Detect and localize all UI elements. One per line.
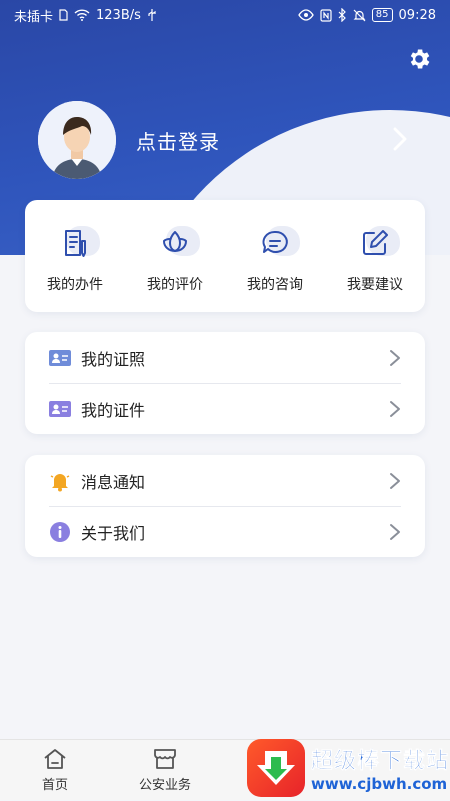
chevron-right-icon (390, 349, 400, 366)
credentials-menu-card: 我的证照 我的证件 (25, 332, 425, 434)
quick-action-my-reviews[interactable]: 我的评价 (130, 222, 220, 294)
chevron-right-icon (390, 400, 400, 417)
info-icon (50, 521, 70, 542)
chevron-right-icon (390, 523, 400, 540)
quick-action-label: 我要建议 (347, 277, 403, 293)
bluetooth-icon (338, 8, 346, 22)
status-bar: 未插卡 123B/s 85 09:28 (0, 0, 450, 30)
sim-icon (59, 9, 68, 21)
chevron-right-icon[interactable] (390, 125, 410, 153)
quick-action-label: 我的办件 (47, 277, 103, 293)
bell-icon (50, 473, 70, 491)
menu-item-my-certificates[interactable]: 我的证件 (25, 383, 425, 434)
watermark-download-icon (247, 739, 305, 797)
document-edit-icon (65, 230, 86, 257)
nav-label: 公安业务 (138, 778, 191, 793)
pencil-square-icon (363, 230, 388, 255)
lotus-icon (163, 231, 187, 252)
icon-wrap (49, 521, 71, 543)
settings-gear-icon[interactable] (406, 46, 432, 72)
quick-action-label: 我的评价 (147, 277, 203, 293)
login-profile-row[interactable]: 点击登录 (38, 100, 438, 180)
quick-action-suggestion[interactable]: 我要建议 (330, 222, 420, 294)
menu-item-label: 消息通知 (81, 472, 146, 492)
menu-item-label: 我的证照 (81, 349, 146, 369)
quick-action-my-consultations[interactable]: 我的咨询 (230, 222, 320, 294)
icon-wrap (49, 347, 71, 369)
carrier-text: 未插卡 (14, 9, 54, 25)
nfc-icon (320, 8, 332, 22)
icon-wrap (49, 470, 71, 492)
eye-icon (298, 9, 314, 21)
watermark-url: www.cjbwh.com (311, 775, 448, 793)
menu-item-label: 关于我们 (81, 523, 146, 543)
battery-indicator: 85 (371, 8, 393, 22)
login-prompt[interactable]: 点击登录 (136, 126, 220, 155)
store-icon (154, 749, 176, 769)
quick-actions-card: 我的办件 我的评价 我的咨询 我要建议 (25, 200, 425, 312)
chat-bubble-icon (262, 230, 288, 253)
info-menu-card: 消息通知 关于我们 (25, 455, 425, 557)
icon-wrap (49, 398, 71, 420)
nav-home[interactable]: 首页 (0, 740, 110, 800)
usb-icon (148, 9, 156, 21)
nav-police-services[interactable]: 公安业务 (110, 740, 220, 800)
clock: 09:28 (398, 7, 436, 23)
mute-icon (353, 9, 366, 21)
id-card-icon (49, 400, 71, 417)
id-card-icon (49, 349, 71, 366)
menu-item-about-us[interactable]: 关于我们 (25, 506, 425, 557)
home-icon (44, 749, 66, 769)
avatar-image (38, 101, 116, 179)
menu-item-my-licenses[interactable]: 我的证照 (25, 332, 425, 383)
net-speed: 123B/s (96, 7, 141, 23)
wifi-icon (74, 9, 90, 21)
avatar[interactable] (38, 101, 116, 179)
watermark-logo: 超级棒下载站 www.cjbwh.com (245, 736, 450, 800)
quick-action-my-cases[interactable]: 我的办件 (30, 222, 120, 294)
chevron-right-icon (390, 472, 400, 489)
menu-item-notifications[interactable]: 消息通知 (25, 455, 425, 506)
quick-action-label: 我的咨询 (247, 277, 303, 293)
menu-item-label: 我的证件 (81, 400, 146, 420)
watermark-title: 超级棒下载站 (311, 749, 450, 775)
nav-label: 首页 (41, 778, 68, 793)
